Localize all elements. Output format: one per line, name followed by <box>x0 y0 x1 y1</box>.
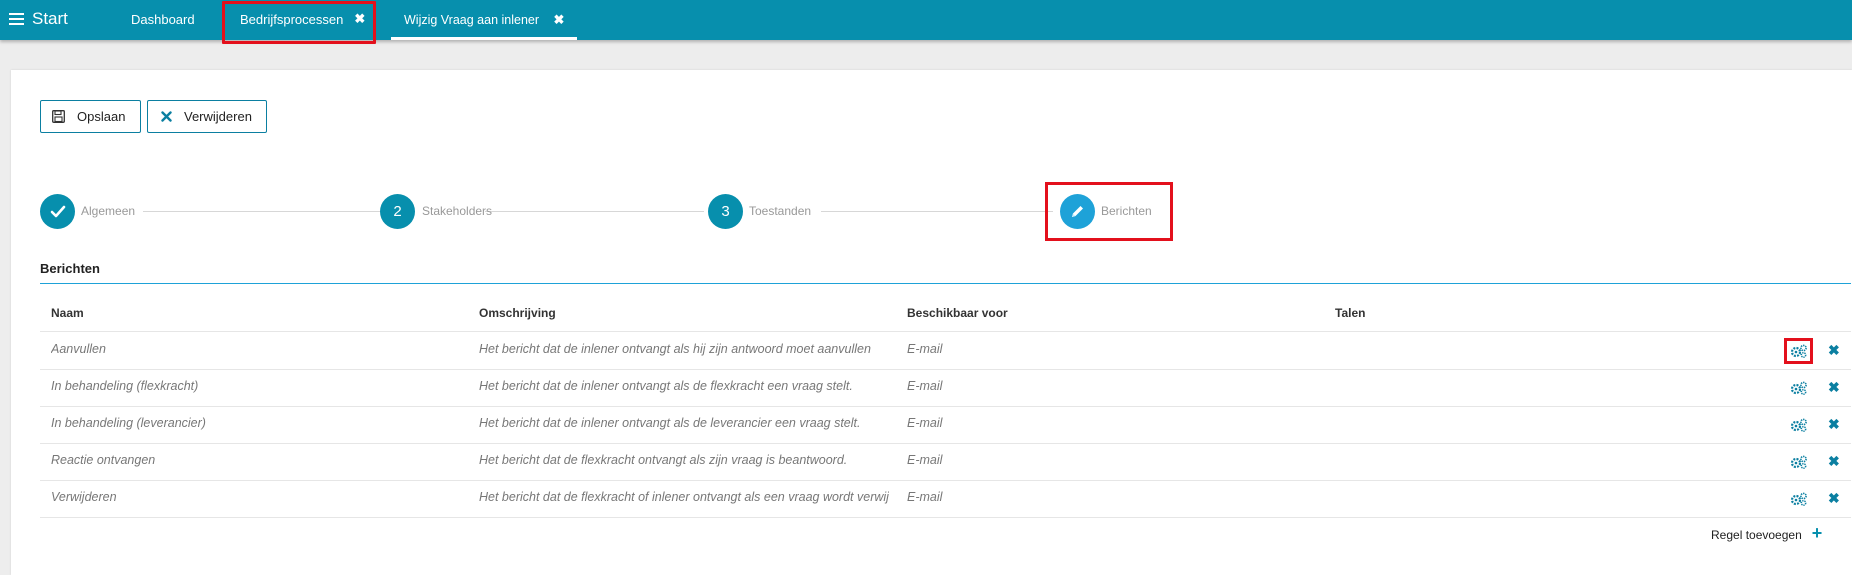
cell-naam: Verwijderen <box>51 490 117 504</box>
cell-beschikbaar: E-mail <box>907 453 943 467</box>
table-row[interactable]: In behandeling (leverancier) Het bericht… <box>40 406 1851 444</box>
top-navigation-bar: Start Dashboard Bedrijfsprocessen ✖ Wijz… <box>0 0 1852 44</box>
table-row[interactable]: Verwijderen Het bericht dat de flexkrach… <box>40 480 1851 518</box>
delete-row-icon[interactable]: ✖ <box>1828 379 1840 396</box>
cell-beschikbaar: E-mail <box>907 342 943 356</box>
tab-bedrijfsprocessen[interactable]: Bedrijfsprocessen ✖ <box>222 1 376 44</box>
cell-omschrijving: Het bericht dat de flexkracht ontvangt a… <box>479 453 848 467</box>
add-row-button[interactable]: Regel toevoegen + <box>1711 523 1823 544</box>
gears-icon <box>1790 492 1807 506</box>
close-icon <box>161 111 172 122</box>
plus-icon: + <box>1811 523 1823 543</box>
step-stakeholders-label[interactable]: Stakeholders <box>422 204 492 218</box>
configure-button[interactable] <box>1784 412 1813 438</box>
gears-icon <box>1790 381 1807 395</box>
cell-naam: In behandeling (flexkracht) <box>51 379 199 393</box>
configure-button[interactable] <box>1784 338 1813 364</box>
start-label: Start <box>32 9 68 28</box>
save-button[interactable]: Opslaan <box>40 100 141 133</box>
gears-icon <box>1790 455 1807 469</box>
content-card: Opslaan Verwijderen Algemeen 2 Stakehold… <box>11 70 1852 575</box>
close-icon[interactable]: ✖ <box>554 12 565 27</box>
step-algemeen-label[interactable]: Algemeen <box>81 204 135 218</box>
add-row-label: Regel toevoegen <box>1711 527 1802 542</box>
cell-naam: In behandeling (leverancier) <box>51 416 206 430</box>
delete-row-icon[interactable]: ✖ <box>1828 490 1840 507</box>
section-divider <box>40 283 1851 284</box>
pencil-icon <box>1072 206 1083 217</box>
start-menu-button[interactable]: Start <box>9 9 68 29</box>
table-row[interactable]: Reactie ontvangen Het bericht dat de fle… <box>40 443 1851 481</box>
delete-row-icon[interactable]: ✖ <box>1828 453 1840 470</box>
cell-beschikbaar: E-mail <box>907 490 943 504</box>
step-stakeholders-marker[interactable]: 2 <box>380 194 415 229</box>
tab-wijzig-label: Wijzig Vraag aan inlener <box>404 13 540 27</box>
column-header-beschikbaar: Beschikbaar voor <box>907 306 1008 320</box>
delete-row-icon[interactable]: ✖ <box>1828 342 1840 359</box>
delete-row-icon[interactable]: ✖ <box>1828 416 1840 433</box>
step-connector <box>143 211 386 212</box>
configure-button[interactable] <box>1784 486 1813 512</box>
table-row[interactable]: In behandeling (flexkracht) Het bericht … <box>40 369 1851 407</box>
delete-button[interactable]: Verwijderen <box>147 100 267 133</box>
step-berichten-label[interactable]: Berichten <box>1101 204 1152 218</box>
cell-naam: Aanvullen <box>51 342 106 356</box>
tab-wijzig-vraag-aan-inlener[interactable]: Wijzig Vraag aan inlener ✖ <box>391 12 578 40</box>
step-connector <box>821 211 1053 212</box>
configure-button[interactable] <box>1784 449 1813 475</box>
table-row[interactable]: Aanvullen Het bericht dat de inlener ont… <box>40 332 1851 370</box>
close-icon[interactable]: ✖ <box>354 11 365 27</box>
tab-bedrijfsprocessen-label: Bedrijfsprocessen <box>240 11 344 27</box>
delete-label: Verwijderen <box>184 109 252 124</box>
cell-omschrijving: Het bericht dat de inlener ontvangt als … <box>479 416 861 430</box>
floppy-disk-icon <box>52 110 65 123</box>
step-toestanden-label[interactable]: Toestanden <box>749 204 811 218</box>
gears-icon <box>1790 344 1807 358</box>
step-algemeen-marker[interactable] <box>40 194 75 229</box>
cell-naam: Reactie ontvangen <box>51 453 156 467</box>
column-header-omschrijving: Omschrijving <box>479 306 556 320</box>
tab-dashboard[interactable]: Dashboard <box>131 12 195 27</box>
column-header-naam: Naam <box>51 306 84 320</box>
cell-beschikbaar: E-mail <box>907 416 943 430</box>
configure-button[interactable] <box>1784 375 1813 401</box>
column-header-talen: Talen <box>1335 306 1366 320</box>
cell-beschikbaar: E-mail <box>907 379 943 393</box>
step-toestanden-marker[interactable]: 3 <box>708 194 743 229</box>
save-label: Opslaan <box>77 109 126 124</box>
step-connector <box>485 211 704 212</box>
section-title: Berichten <box>40 261 100 276</box>
gears-icon <box>1790 418 1807 432</box>
cell-omschrijving: Het bericht dat de inlener ontvangt als … <box>479 379 853 393</box>
cell-omschrijving: Het bericht dat de inlener ontvangt als … <box>479 342 871 356</box>
hamburger-icon <box>9 10 24 28</box>
check-icon <box>50 205 65 218</box>
cell-omschrijving: Het bericht dat de flexkracht of inlener… <box>479 490 889 504</box>
step-berichten-marker[interactable] <box>1060 194 1095 229</box>
